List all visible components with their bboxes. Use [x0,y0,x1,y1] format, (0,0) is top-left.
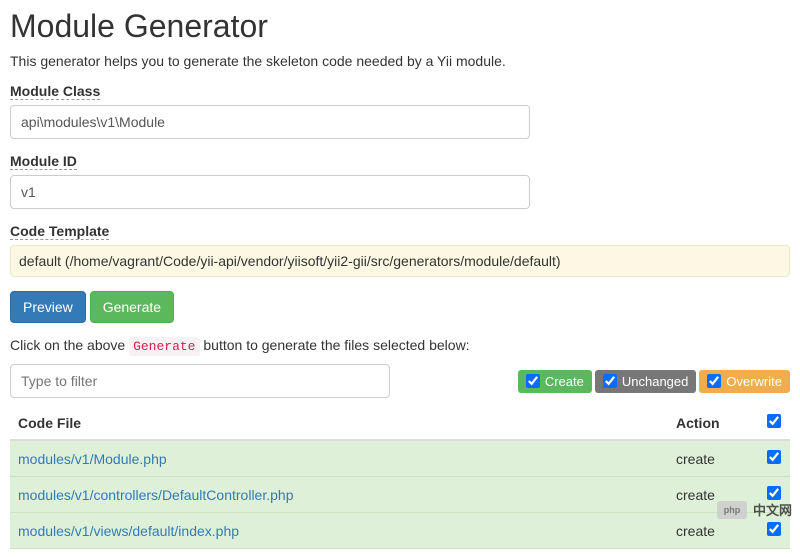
th-code-file: Code File [10,406,668,440]
legend-overwrite-label: Overwrite [726,374,782,389]
file-action: create [668,440,758,477]
table-row: modules/v1/controllers/DefaultController… [10,477,790,513]
legend: Create Unchanged Overwrite [515,370,790,393]
legend-overwrite[interactable]: Overwrite [699,370,790,393]
file-link[interactable]: modules/v1/controllers/DefaultController… [18,487,293,503]
watermark-logo: php [717,501,747,519]
module-class-input[interactable] [10,105,530,139]
filter-input[interactable] [10,364,390,398]
table-row: modules/v1/views/default/index.phpcreate [10,513,790,549]
generator-description: This generator helps you to generate the… [10,53,790,69]
hint-code: Generate [129,337,199,356]
action-buttons-row: Preview Generate [10,291,790,323]
page-title: Module Generator [10,8,790,45]
legend-unchanged-label: Unchanged [622,374,689,389]
th-select-all [758,406,790,440]
legend-create-checkbox[interactable] [526,374,540,388]
code-template-group: Code Template default (/home/vagrant/Cod… [10,223,790,277]
code-template-label: Code Template [10,223,109,240]
select-all-checkbox[interactable] [767,414,781,428]
generate-button[interactable]: Generate [90,291,174,323]
hint-prefix: Click on the above [10,337,129,353]
module-class-group: Module Class [10,83,790,139]
table-row: modules/v1/Module.php create [10,440,790,477]
file-link[interactable]: modules/v1/Module.php [18,451,167,467]
file-checkbox[interactable] [767,522,781,536]
generate-hint: Click on the above Generate button to ge… [10,337,790,354]
watermark-text: 中文网 [753,500,792,519]
files-table: Code File Action modules/v1/Module.php cr… [10,406,790,549]
legend-unchanged[interactable]: Unchanged [595,370,697,393]
file-checkbox[interactable] [767,486,781,500]
preview-button[interactable]: Preview [10,291,86,323]
module-id-input[interactable] [10,175,530,209]
module-id-label: Module ID [10,153,77,170]
file-checkbox[interactable] [767,450,781,464]
module-id-group: Module ID [10,153,790,209]
legend-create-label: Create [545,374,584,389]
watermark: php 中文网 [717,500,792,519]
module-class-label: Module Class [10,83,100,100]
legend-create[interactable]: Create [518,370,592,393]
code-template-select[interactable]: default (/home/vagrant/Code/yii-api/vend… [10,245,790,277]
hint-suffix: button to generate the files selected be… [200,337,470,353]
legend-overwrite-checkbox[interactable] [707,374,721,388]
th-action: Action [668,406,758,440]
legend-unchanged-checkbox[interactable] [603,374,617,388]
filter-row: Create Unchanged Overwrite [10,364,790,398]
